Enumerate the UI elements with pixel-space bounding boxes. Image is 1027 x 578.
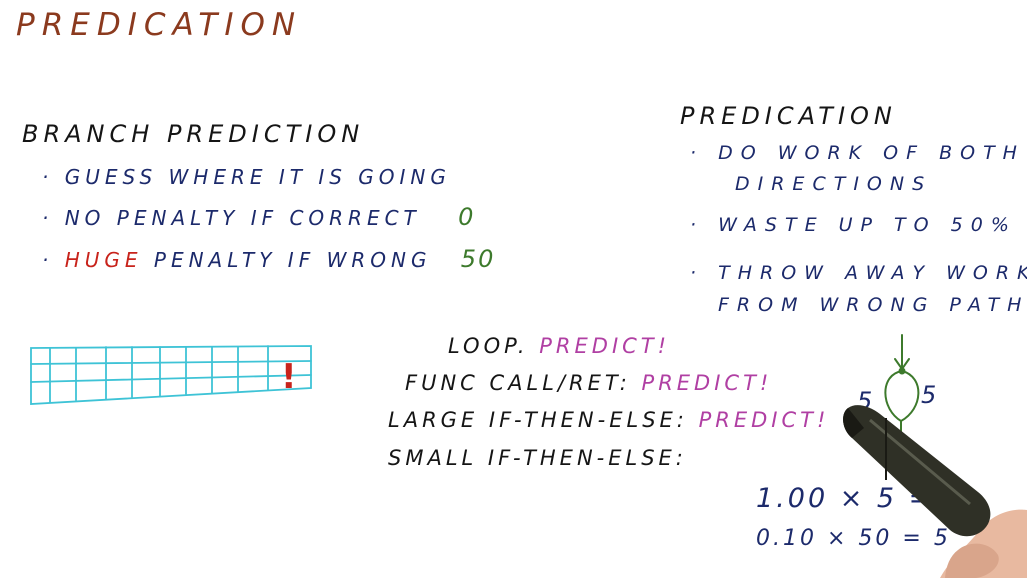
bullet-marker: · bbox=[690, 262, 705, 284]
pr-bullet-both-directions-line2: DIRECTIONS bbox=[735, 173, 933, 195]
table-row-line bbox=[30, 374, 312, 383]
pr-bullet-throw-away: · THROW AWAY WORK bbox=[690, 264, 1027, 283]
bullet-marker: · bbox=[690, 214, 705, 236]
case-label: FUNC CALL/RET: bbox=[405, 371, 631, 395]
branch-node bbox=[898, 367, 906, 375]
pr-bullet-both-directions: · DO WORK OF BOTH bbox=[690, 144, 1025, 163]
bullet-marker: · bbox=[690, 142, 705, 164]
bullet-marker: · bbox=[42, 165, 54, 189]
case-small-if: SMALL IF-THEN-ELSE: bbox=[388, 448, 687, 469]
case-verdict: PREDICT! bbox=[641, 371, 773, 395]
bullet-marker: · bbox=[42, 248, 54, 272]
huge-emphasis: HUGE bbox=[64, 248, 143, 272]
bullet-text: GUESS WHERE IT IS GOING bbox=[64, 165, 451, 189]
table-marker: ! bbox=[281, 357, 297, 397]
case-verdict: PREDICT! bbox=[539, 334, 671, 358]
bullet-text: DO WORK OF BOTH bbox=[718, 142, 1025, 164]
bullet-text: PENALTY IF WRONG bbox=[142, 248, 432, 272]
bullet-text: THROW AWAY WORK bbox=[718, 262, 1027, 284]
predication-heading: PREDICATION bbox=[680, 102, 897, 130]
marker-pen-in-hand bbox=[843, 405, 1027, 578]
penalty-value: 50 bbox=[460, 245, 496, 273]
bp-bullet-huge-penalty: · HUGE PENALTY IF WRONG 50 bbox=[42, 247, 495, 271]
case-label: SMALL IF-THEN-ELSE: bbox=[388, 446, 687, 470]
pen-body bbox=[843, 405, 991, 537]
bp-bullet-no-penalty: · NO PENALTY IF CORRECT 0 bbox=[42, 205, 475, 229]
case-loop: LOOP. PREDICT! bbox=[448, 336, 670, 357]
case-label: LOOP. bbox=[448, 334, 529, 358]
case-label: LARGE IF-THEN-ELSE: bbox=[388, 408, 688, 432]
pr-bullet-waste: · WASTE UP TO 50% bbox=[690, 216, 1017, 235]
bullet-marker: · bbox=[42, 206, 54, 230]
bp-bullet-guess: · GUESS WHERE IT IS GOING bbox=[42, 167, 451, 187]
pipeline-table: ! bbox=[30, 345, 312, 405]
table-outline bbox=[30, 345, 312, 405]
case-verdict: PREDICT! bbox=[698, 408, 830, 432]
pr-bullet-throw-away-line2: FROM WRONG PATH bbox=[718, 294, 1027, 316]
penalty-value: 0 bbox=[458, 203, 476, 231]
branch-prediction-heading: BRANCH PREDICTION bbox=[22, 120, 365, 148]
case-large-if: LARGE IF-THEN-ELSE: PREDICT! bbox=[388, 410, 829, 431]
table-row-line bbox=[30, 360, 312, 365]
case-func-call: FUNC CALL/RET: PREDICT! bbox=[405, 373, 772, 394]
bullet-text: WASTE UP TO 50% bbox=[718, 214, 1017, 236]
bullet-text: NO PENALTY IF CORRECT bbox=[64, 206, 421, 230]
slide-title: PREDICATION bbox=[16, 7, 303, 43]
